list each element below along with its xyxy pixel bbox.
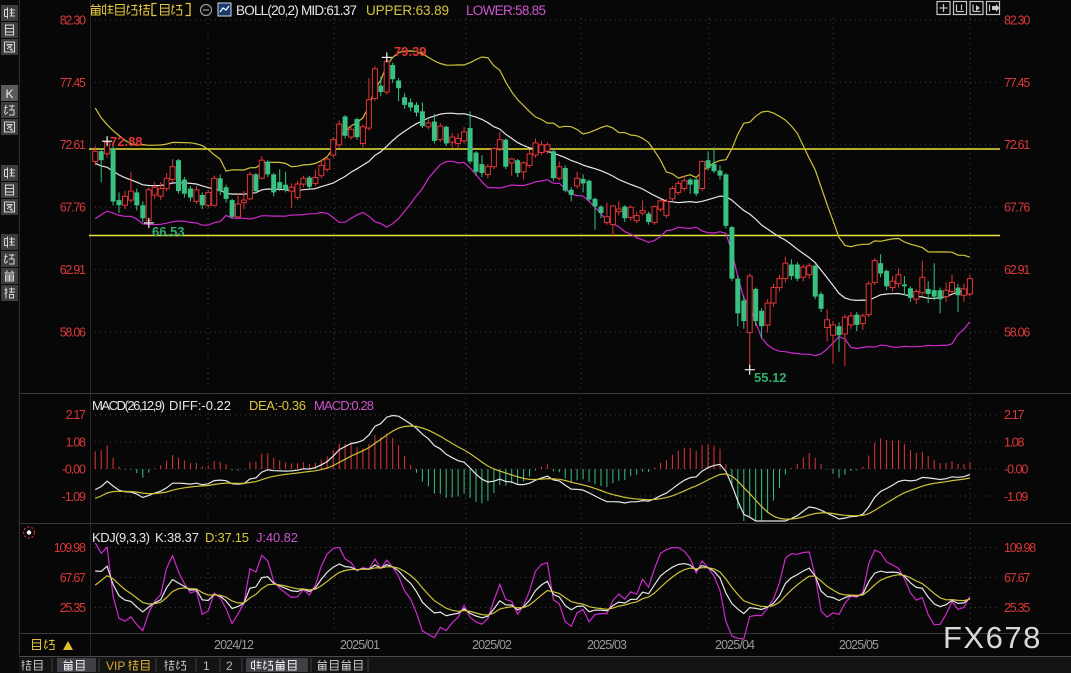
svg-text:DIFF:-0.22: DIFF:-0.22 <box>169 398 231 413</box>
svg-text:109.98: 109.98 <box>1004 541 1036 555</box>
svg-text:72.61: 72.61 <box>1004 138 1030 152</box>
svg-text:D:37.15: D:37.15 <box>205 530 249 545</box>
svg-text:MACD(26,12,9): MACD(26,12,9) <box>92 398 165 413</box>
svg-text:67.76: 67.76 <box>1004 201 1030 215</box>
svg-text:BOLL(20,2) MID:61.37: BOLL(20,2) MID:61.37 <box>236 3 357 18</box>
svg-text:1.08: 1.08 <box>66 436 86 450</box>
svg-text:25.35: 25.35 <box>60 601 86 615</box>
svg-text:58.06: 58.06 <box>60 325 86 339</box>
svg-text:KDJ(9,3,3): KDJ(9,3,3) <box>92 530 150 545</box>
svg-text:LOWER:58.85: LOWER:58.85 <box>466 3 546 18</box>
svg-text:2025/01: 2025/01 <box>340 638 380 652</box>
svg-text:66.53: 66.53 <box>152 224 185 239</box>
svg-text:72.61: 72.61 <box>60 138 86 152</box>
svg-text:2: 2 <box>226 659 233 673</box>
svg-text:58.06: 58.06 <box>1004 325 1030 339</box>
svg-text:72.88: 72.88 <box>110 134 143 149</box>
svg-text:-0.00: -0.00 <box>1004 463 1028 477</box>
svg-text:DEA:-0.36: DEA:-0.36 <box>249 398 306 413</box>
svg-text:77.45: 77.45 <box>60 76 86 90</box>
svg-text:82.30: 82.30 <box>60 14 86 28</box>
svg-text:2.17: 2.17 <box>66 408 86 422</box>
svg-text:-1.09: -1.09 <box>1004 490 1028 504</box>
svg-text:2024/12: 2024/12 <box>214 638 254 652</box>
svg-text:25.35: 25.35 <box>1004 601 1030 615</box>
svg-text:2025/02: 2025/02 <box>472 638 512 652</box>
svg-text:77.45: 77.45 <box>1004 76 1030 90</box>
svg-text:79.39: 79.39 <box>394 44 427 59</box>
svg-text:1.08: 1.08 <box>1004 436 1024 450</box>
svg-text:62.91: 62.91 <box>1004 263 1030 277</box>
svg-text:MACD:0.28: MACD:0.28 <box>314 398 374 413</box>
svg-text:62.91: 62.91 <box>60 263 86 277</box>
svg-text:K: K <box>5 87 13 101</box>
svg-text:82.30: 82.30 <box>1004 14 1030 28</box>
svg-text:-0.00: -0.00 <box>62 463 86 477</box>
svg-text:VIP: VIP <box>106 659 125 673</box>
svg-text:K:38.37: K:38.37 <box>155 530 199 545</box>
svg-text:55.12: 55.12 <box>754 370 787 385</box>
svg-text:2025/04: 2025/04 <box>715 638 755 652</box>
svg-text:2025/03: 2025/03 <box>587 638 627 652</box>
svg-text:1: 1 <box>203 659 210 673</box>
svg-text:67.67: 67.67 <box>1004 571 1030 585</box>
svg-text:67.67: 67.67 <box>60 571 86 585</box>
svg-text:UPPER:63.89: UPPER:63.89 <box>366 3 449 18</box>
svg-text:67.76: 67.76 <box>60 201 86 215</box>
svg-text:2.17: 2.17 <box>1004 408 1024 422</box>
svg-text:J:40.82: J:40.82 <box>256 530 298 545</box>
svg-text:2025/05: 2025/05 <box>839 638 879 652</box>
svg-text:109.98: 109.98 <box>54 541 86 555</box>
svg-text:-1.09: -1.09 <box>62 490 86 504</box>
svg-text:FX678: FX678 <box>943 620 1042 655</box>
